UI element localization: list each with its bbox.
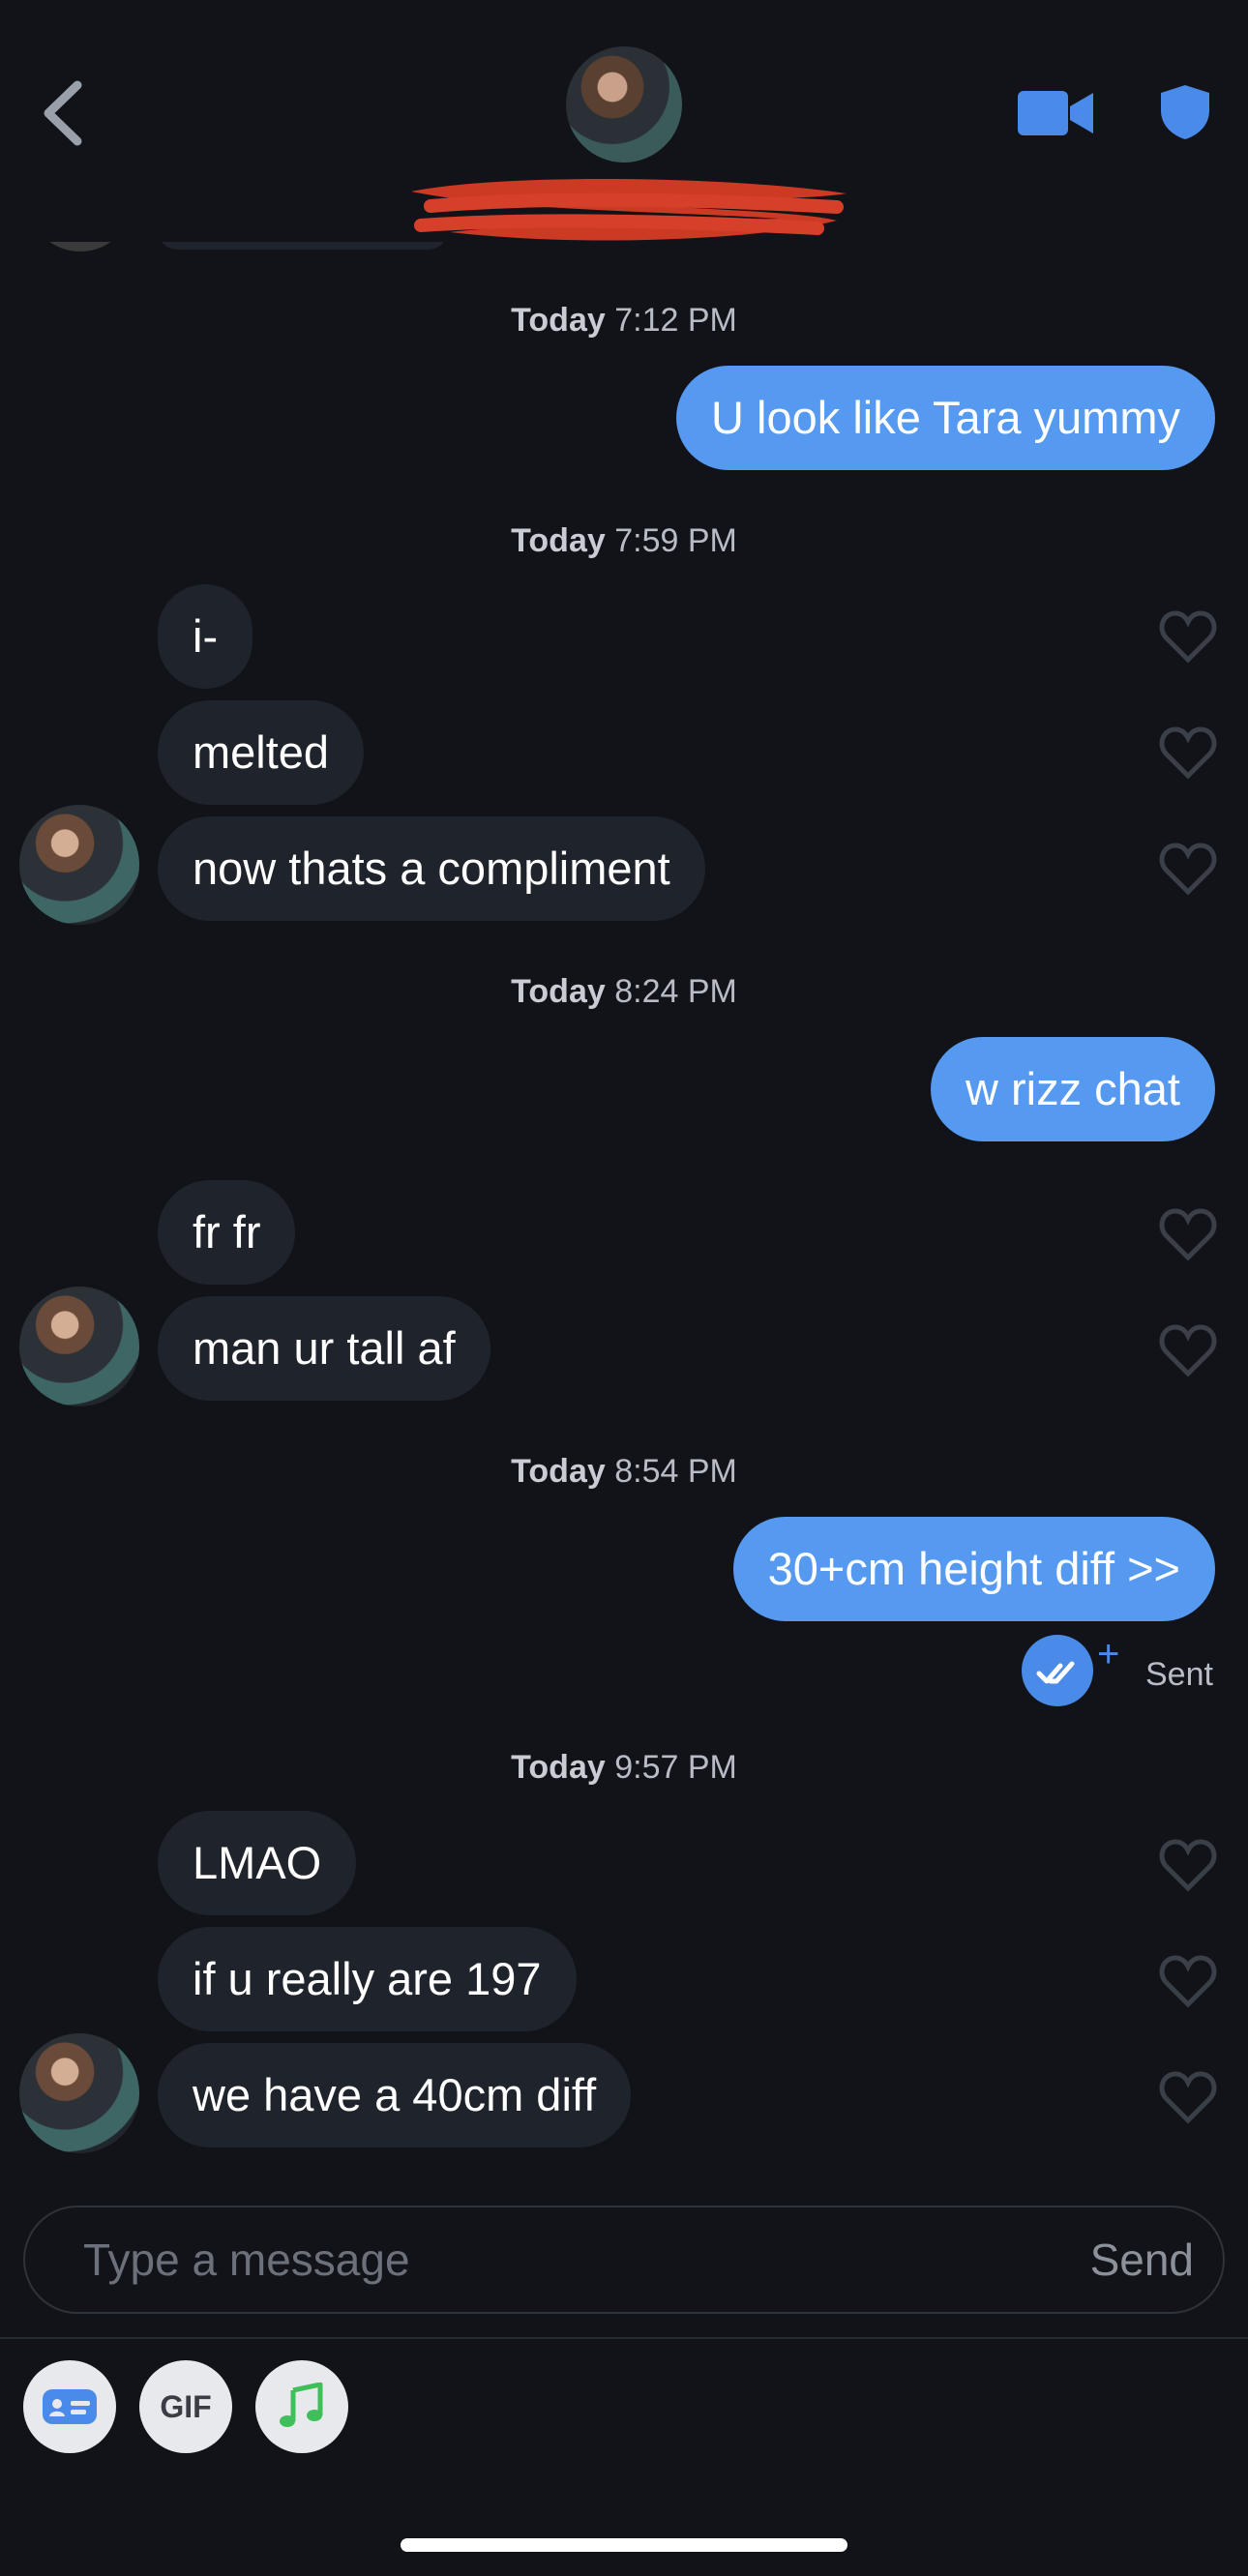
timestamp: Today 9:57 PM	[511, 1749, 737, 1786]
divider	[0, 2337, 1248, 2339]
incoming-message[interactable]: fr fr	[158, 1180, 296, 1285]
incoming-message[interactable]: now thats a compliment	[158, 816, 705, 921]
music-note-icon	[280, 2383, 323, 2427]
chat-header	[0, 0, 1248, 242]
message-composer: Send	[23, 2206, 1225, 2314]
id-card-button[interactable]	[23, 2360, 116, 2453]
chevron-left-icon[interactable]	[39, 77, 87, 150]
incoming-message[interactable]: LMAO	[158, 1811, 357, 1915]
contact-avatar[interactable]	[19, 2033, 139, 2153]
heart-icon[interactable]	[1159, 1838, 1217, 1892]
id-card-icon	[43, 2389, 97, 2424]
timestamp: Today 7:59 PM	[511, 522, 737, 559]
outgoing-message[interactable]: w rizz chat	[931, 1037, 1215, 1141]
home-indicator[interactable]	[401, 2538, 847, 2552]
heart-icon[interactable]	[1159, 1954, 1217, 2008]
timestamp: Today 7:12 PM	[511, 302, 737, 339]
outgoing-message[interactable]: 30+cm height diff >>	[732, 1517, 1215, 1621]
redaction-scribble	[411, 179, 847, 241]
read-receipt-icon	[1022, 1635, 1093, 1706]
heart-icon[interactable]	[1159, 725, 1217, 780]
heart-icon[interactable]	[1159, 1207, 1217, 1261]
plus-icon[interactable]: +	[1097, 1635, 1119, 1673]
heart-icon[interactable]	[1159, 609, 1217, 664]
gif-button[interactable]: GIF	[139, 2360, 232, 2453]
send-button[interactable]: Send	[1090, 2207, 1194, 2312]
heart-icon[interactable]	[1159, 842, 1217, 896]
incoming-message[interactable]: man ur tall af	[158, 1296, 490, 1401]
incoming-message[interactable]: we have a 40cm diff	[158, 2043, 632, 2147]
message-input[interactable]	[83, 2207, 954, 2312]
timestamp: Today 8:54 PM	[511, 1453, 737, 1490]
heart-icon[interactable]	[1159, 1323, 1217, 1377]
contact-avatar[interactable]	[19, 805, 139, 925]
sent-status: Sent	[1145, 1656, 1213, 1693]
music-button[interactable]	[255, 2360, 348, 2453]
incoming-message[interactable]: melted	[158, 700, 365, 805]
video-camera-icon[interactable]	[1018, 89, 1095, 137]
contact-avatar[interactable]	[566, 46, 682, 163]
shield-icon[interactable]	[1159, 83, 1211, 141]
incoming-message[interactable]: if u really are 197	[158, 1927, 577, 2031]
outgoing-message[interactable]: U look like Tara yummy	[676, 366, 1215, 470]
timestamp: Today 8:24 PM	[511, 973, 737, 1010]
gif-label: GIF	[160, 2388, 212, 2424]
contact-avatar[interactable]	[19, 1287, 139, 1406]
incoming-message[interactable]: i-	[158, 584, 253, 689]
heart-icon[interactable]	[1159, 2070, 1217, 2124]
